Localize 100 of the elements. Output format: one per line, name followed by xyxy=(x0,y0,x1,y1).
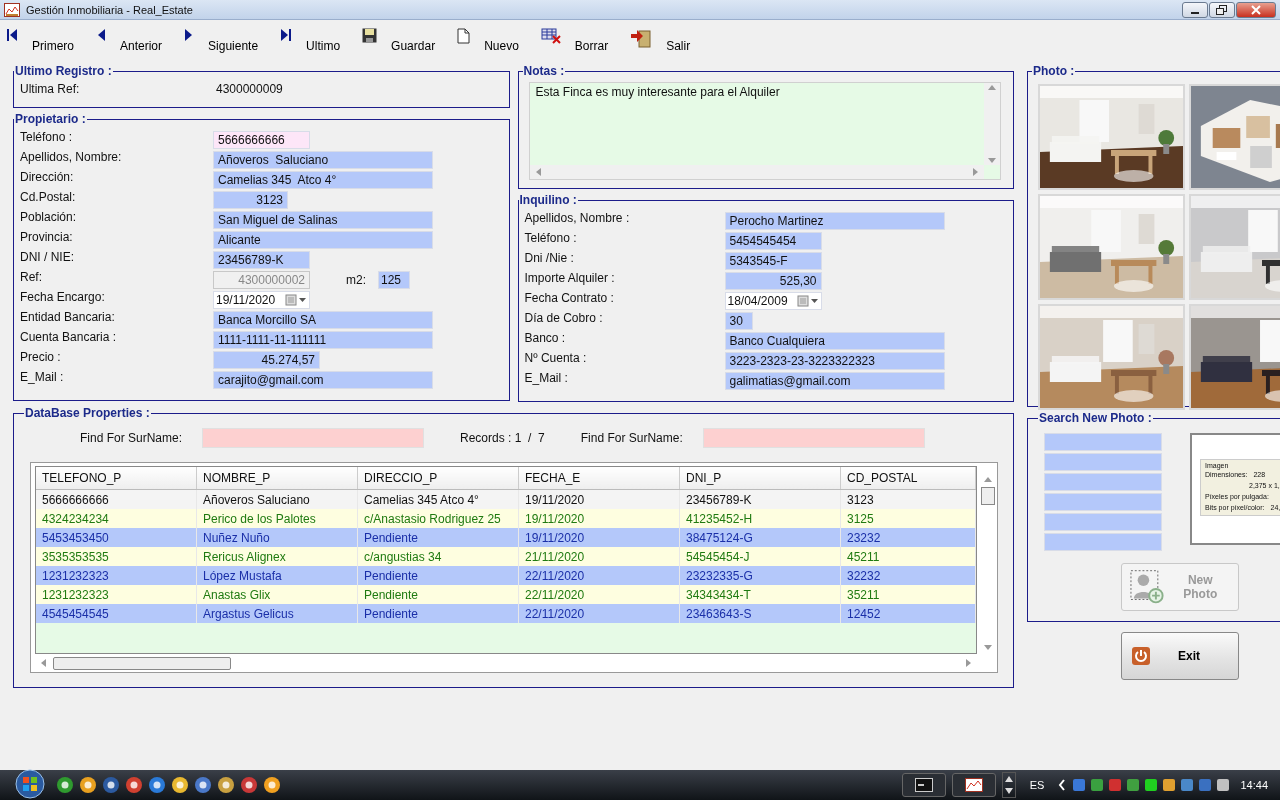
input-field[interactable]: 45.274,57 xyxy=(213,351,320,369)
field-label: Apellidos, Nombre : xyxy=(524,211,631,225)
up-arrow-icon[interactable] xyxy=(983,475,993,485)
column-header[interactable]: CD_POSTAL xyxy=(840,467,976,490)
input-field[interactable]: Alicante xyxy=(213,231,433,249)
toolbar-button[interactable]: Anterior xyxy=(96,27,185,53)
tray-icon[interactable] xyxy=(1216,778,1231,792)
app-icon[interactable] xyxy=(79,776,97,794)
tray-icon[interactable] xyxy=(1072,778,1087,792)
field-label: Teléfono : xyxy=(524,231,578,245)
input-field[interactable]: 1111-1111-11-111111 xyxy=(213,331,433,349)
table-row[interactable]: 1231232323 López Mustafa Pendiente 22/11/2020 23232335-G 32232 xyxy=(36,566,976,585)
table-row[interactable]: 4545454545 Argastus Gelicus Pendiente 22/11/2020 23463643-S 12452 xyxy=(36,604,976,623)
toolbar-button[interactable]: Siguiente xyxy=(184,27,281,53)
notes-area[interactable]: Esta Finca es muy interesante para el Alquiler xyxy=(528,82,1001,180)
app-icon[interactable] xyxy=(125,776,143,794)
tray-icon[interactable] xyxy=(1162,778,1177,792)
table-row[interactable]: 1231232323 Anastas Glix Pendiente 22/11/2020 34343434-T 35211 xyxy=(36,585,976,604)
horizontal-scrollbar[interactable] xyxy=(529,165,984,179)
clock[interactable]: 14:44 xyxy=(1240,779,1268,791)
taskbar-window-button[interactable] xyxy=(951,773,996,797)
toolbar-button[interactable]: Nuevo xyxy=(457,27,541,53)
date-picker[interactable]: 19/11/2020 xyxy=(213,291,310,309)
minimize-button[interactable] xyxy=(1182,1,1208,18)
input-field[interactable]: Banca Morcillo SA xyxy=(213,311,433,329)
column-header[interactable]: DNI_P xyxy=(679,467,841,490)
up-arrow-icon[interactable] xyxy=(987,83,997,93)
table-row[interactable]: 4324234234 Perico de los Palotes c/Anastasio Rodriguez 25 19/11/2020 41235452-H 3125 xyxy=(36,509,976,528)
input-field[interactable] xyxy=(1044,533,1162,551)
left-arrow-icon[interactable] xyxy=(39,658,49,668)
right-arrow-icon[interactable] xyxy=(970,167,980,177)
input-field[interactable] xyxy=(1044,453,1162,471)
column-header[interactable]: NOMBRE_P xyxy=(196,467,358,490)
input-field[interactable]: 5343545-F xyxy=(724,252,822,270)
app-icon[interactable] xyxy=(148,776,166,794)
right-arrow-icon[interactable] xyxy=(963,658,973,668)
group-title: Propietario : xyxy=(14,112,87,126)
input-field[interactable]: Añoveros Saluciano xyxy=(213,151,433,169)
app-icon[interactable] xyxy=(56,776,74,794)
field-label: Población: xyxy=(20,210,78,224)
input-field[interactable] xyxy=(1044,493,1162,511)
input-field[interactable]: 23456789-K xyxy=(213,251,310,269)
exit-button[interactable]: Exit xyxy=(1121,632,1239,680)
column-header[interactable]: DIRECCIO_P xyxy=(357,467,519,490)
input-field[interactable]: 3223-2323-23-3223322323 xyxy=(724,352,945,370)
search-field[interactable] xyxy=(202,428,425,448)
toolbar-button[interactable]: Salir xyxy=(630,27,713,53)
up-down-arrows-icon[interactable] xyxy=(1001,772,1016,798)
chart-icon xyxy=(4,2,20,17)
input-field[interactable]: San Miguel de Salinas xyxy=(213,211,433,229)
toolbar-button[interactable]: Guardar xyxy=(362,27,458,53)
app-icon[interactable] xyxy=(102,776,120,794)
input-field[interactable]: galimatias@gmail.com xyxy=(724,372,945,390)
close-button[interactable] xyxy=(1236,1,1276,18)
column-header[interactable]: FECHA_E xyxy=(518,467,680,490)
app-icon[interactable] xyxy=(240,776,258,794)
table-row[interactable]: 5666666666 Añoveros Saluciano Camelias 345 Atco 4° 19/11/2020 23456789-K 3123 xyxy=(36,489,976,509)
app-icon[interactable] xyxy=(194,776,212,794)
input-field[interactable]: carajito@gmail.com xyxy=(213,371,433,389)
records-counter: Records : 1 / 7 xyxy=(460,431,545,445)
date-picker[interactable]: 18/04/2009 xyxy=(724,292,822,310)
table-row[interactable]: 5453453450 Nuñez Nuño Pendiente 19/11/2020 38475124-G 23232 xyxy=(36,528,976,547)
input-field[interactable] xyxy=(1044,433,1162,451)
app-icon[interactable] xyxy=(263,776,281,794)
app-icon[interactable] xyxy=(217,776,235,794)
column-header[interactable]: TELEFONO_P xyxy=(36,467,197,490)
toolbar-button[interactable]: Primero xyxy=(6,27,96,53)
input-field[interactable]: 30 xyxy=(724,312,753,330)
chevron-icon[interactable] xyxy=(1058,779,1067,791)
input-field[interactable]: 525,30 xyxy=(724,272,822,290)
maximize-button[interactable] xyxy=(1209,1,1235,18)
tray-icon[interactable] xyxy=(1180,778,1195,792)
scroll-thumb[interactable] xyxy=(981,487,995,505)
input-field[interactable]: Banco Cualquiera xyxy=(724,332,945,350)
field-label: m2: xyxy=(346,273,366,287)
tray-icon[interactable] xyxy=(1144,778,1159,792)
group-title: Photo : xyxy=(1032,64,1076,78)
input-field[interactable]: Perocho Martinez xyxy=(724,212,945,230)
tray-icon[interactable] xyxy=(1126,778,1141,792)
down-arrow-icon[interactable] xyxy=(983,642,993,652)
toolbar-button[interactable]: Borrar xyxy=(540,27,631,53)
language-indicator[interactable]: ES xyxy=(1029,779,1045,791)
input-field[interactable] xyxy=(1044,473,1162,491)
input-field[interactable]: Camelias 345 Atco 4° xyxy=(213,171,433,189)
vertical-scrollbar[interactable] xyxy=(981,475,995,652)
input-field[interactable]: 3123 xyxy=(213,191,288,209)
input-field[interactable] xyxy=(1044,513,1162,531)
scroll-thumb[interactable] xyxy=(53,656,231,670)
vertical-scrollbar[interactable] xyxy=(984,83,1000,165)
tray-icon[interactable] xyxy=(1090,778,1105,792)
field-label: Precio : xyxy=(20,350,62,364)
down-arrow-icon[interactable] xyxy=(987,155,997,165)
input-field[interactable]: 5666666666 xyxy=(213,131,310,149)
app-icon[interactable] xyxy=(171,776,189,794)
search-field[interactable] xyxy=(702,428,925,448)
taskbar-window-button[interactable] xyxy=(901,773,946,797)
table-row[interactable]: 3535353535 Rericus Alignex c/angustias 34 21/11/2020 54545454-J 45211 xyxy=(36,547,976,566)
input-field[interactable]: 125 xyxy=(378,271,410,289)
input-field[interactable]: 5454545454 xyxy=(724,232,822,250)
toolbar-button[interactable]: Ultimo xyxy=(280,27,363,53)
